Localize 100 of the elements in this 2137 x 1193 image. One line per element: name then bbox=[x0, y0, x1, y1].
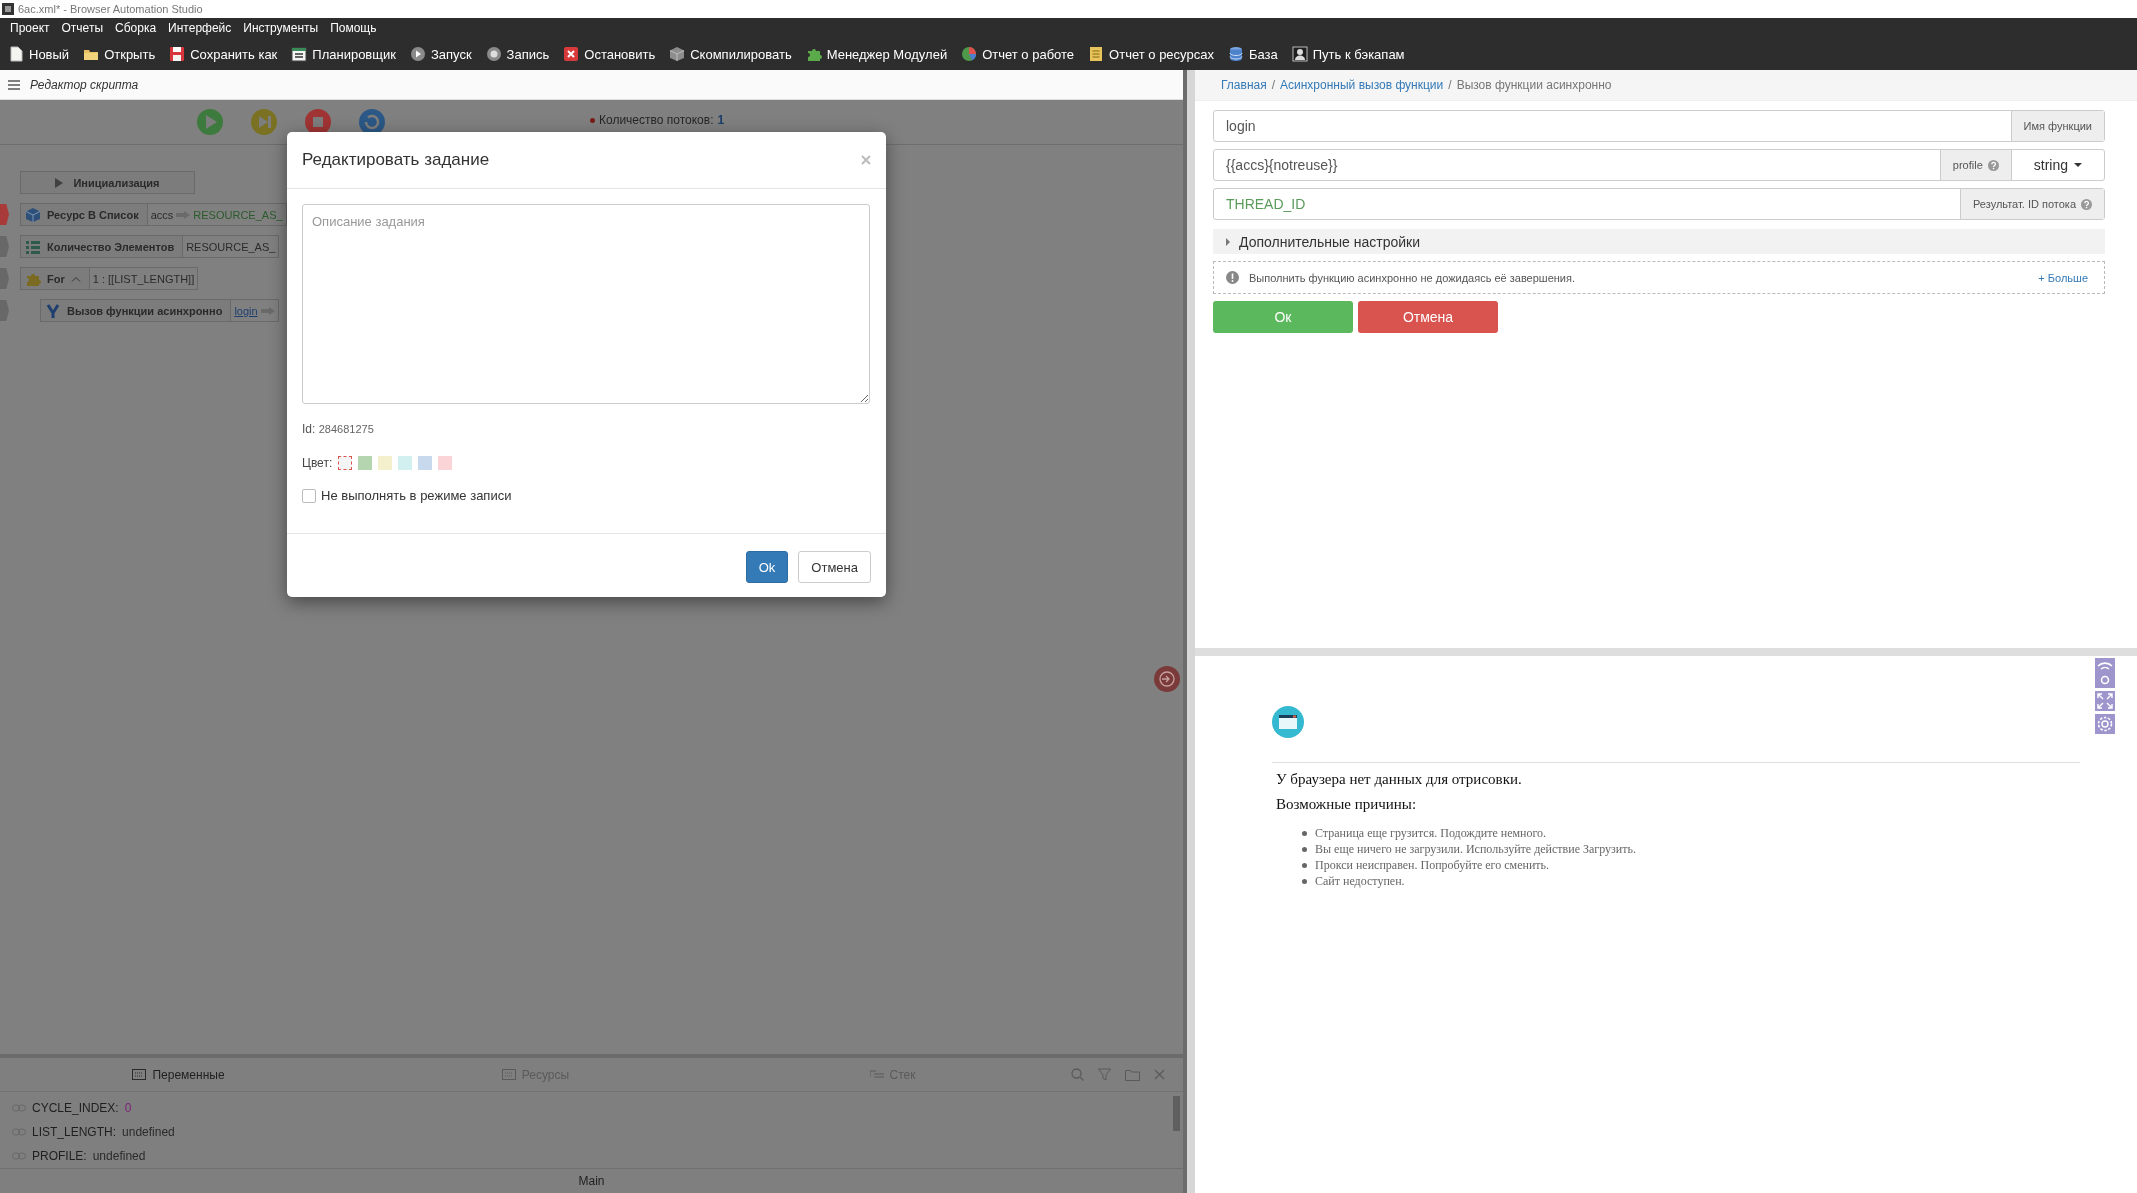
advanced-settings-toggle[interactable]: Дополнительные настройки bbox=[1213, 229, 2105, 254]
variable-name: CYCLE_INDEX: bbox=[32, 1101, 119, 1116]
task-id: Id: 284681275 bbox=[302, 422, 375, 436]
more-link[interactable]: + Больше bbox=[2038, 271, 2088, 284]
arrow-right-icon bbox=[260, 306, 275, 315]
toolbar-button[interactable]: Открыть bbox=[83, 44, 156, 64]
table-icon bbox=[132, 1069, 147, 1081]
input-field[interactable]: login Имя функции bbox=[1213, 110, 2105, 142]
login-button[interactable] bbox=[1154, 666, 1180, 692]
input-field[interactable]: {{accs}{notreuse}} profile string bbox=[1213, 149, 2105, 181]
reason-item: Прокси неисправен. Попробуйте его сменить. bbox=[1315, 857, 1550, 873]
close-icon[interactable] bbox=[861, 155, 871, 165]
fullscreen-icon[interactable] bbox=[2095, 691, 2115, 711]
toolbar-button[interactable]: Планировщик bbox=[291, 44, 396, 64]
toolbar-button[interactable]: Скомпилировать bbox=[669, 44, 792, 64]
menu-item[interactable]: Проект bbox=[4, 19, 56, 37]
help-icon bbox=[2081, 198, 2092, 210]
scrollbar-thumb[interactable] bbox=[1173, 1096, 1180, 1131]
status-dot bbox=[590, 117, 595, 123]
color-label: Цвет: bbox=[302, 456, 333, 470]
menu-icon[interactable] bbox=[8, 79, 20, 90]
sign-in-icon bbox=[1159, 671, 1175, 687]
field-label: Результат. ID потока bbox=[1960, 189, 2104, 219]
cancel-button[interactable]: Отмена bbox=[798, 551, 871, 583]
x-square-icon bbox=[563, 46, 580, 62]
reason-item: Страница еще грузится. Подождите немного. bbox=[1315, 825, 1547, 841]
toolbar-button[interactable]: Сохранить как bbox=[169, 44, 278, 64]
message-text: У браузера нет данных для отрисовки. bbox=[1276, 771, 1523, 788]
action-parameters: RESOURCE_AS_ bbox=[183, 235, 280, 258]
breadcrumb-link[interactable]: Асинхронный вызов функции bbox=[1280, 78, 1444, 92]
puzzle-icon bbox=[805, 46, 822, 62]
table-icon bbox=[501, 1069, 516, 1081]
input-field[interactable]: THREAD_ID Результат. ID потока bbox=[1213, 188, 2105, 220]
toolbar-button[interactable]: Отчет о ресурсах bbox=[1088, 44, 1214, 64]
color-swatch[interactable] bbox=[398, 456, 413, 470]
bullet-icon bbox=[1302, 846, 1307, 852]
splitter[interactable] bbox=[1183, 70, 1195, 1193]
info-icon bbox=[1226, 271, 1239, 284]
menu-item[interactable]: Сборка bbox=[109, 19, 163, 37]
toolbar-button[interactable]: Остановить bbox=[563, 44, 656, 64]
variable-value: undefined bbox=[122, 1125, 175, 1140]
toolbar-button[interactable]: Отчет о работе bbox=[961, 44, 1075, 64]
play-icon[interactable] bbox=[196, 108, 224, 136]
play-icon bbox=[55, 177, 64, 188]
document-icon bbox=[1088, 46, 1105, 62]
calendar-icon bbox=[291, 46, 308, 62]
color-swatch[interactable] bbox=[358, 456, 373, 470]
search-icon[interactable] bbox=[1071, 1068, 1084, 1082]
bullet-icon bbox=[1302, 862, 1307, 868]
breadcrumb-link[interactable]: Главная bbox=[1221, 78, 1267, 92]
panel-tab[interactable]: Переменные bbox=[0, 1066, 357, 1083]
toolbar-button[interactable]: Менеджер Модулей bbox=[805, 44, 948, 64]
color-swatch[interactable] bbox=[338, 456, 353, 470]
menu-item[interactable]: Помощь bbox=[324, 19, 383, 37]
reason-item: Сайт недоступен. bbox=[1315, 873, 1405, 889]
checkbox[interactable] bbox=[302, 488, 316, 503]
caret-right-icon bbox=[1225, 237, 1231, 246]
description-field[interactable]: Описание задания bbox=[302, 204, 870, 404]
reasons-title: Возможные причины: bbox=[1276, 796, 1418, 813]
dialog-title: Редактировать задание bbox=[302, 150, 490, 170]
field-label: Имя функции bbox=[2010, 111, 2104, 141]
toolbar-button[interactable]: Запуск bbox=[409, 44, 472, 64]
ok-button[interactable]: Ok bbox=[745, 551, 789, 583]
color-swatch[interactable] bbox=[418, 456, 433, 470]
folder-icon[interactable] bbox=[1125, 1068, 1140, 1081]
color-swatch[interactable] bbox=[438, 456, 453, 470]
thread-count: 1 bbox=[717, 113, 725, 127]
toolbar-button[interactable]: Запись bbox=[485, 44, 550, 64]
type-dropdown[interactable]: string bbox=[2010, 150, 2104, 180]
cancel-button[interactable]: Отмена bbox=[1358, 301, 1498, 333]
settings-icon[interactable] bbox=[2095, 714, 2115, 734]
fork-icon bbox=[45, 302, 61, 319]
stack-icon bbox=[869, 1069, 884, 1081]
close-icon[interactable] bbox=[1154, 1069, 1165, 1081]
menu-item[interactable]: Отчеты bbox=[55, 19, 109, 37]
action-block[interactable]: Ресурс В Список bbox=[20, 203, 148, 226]
color-swatch[interactable] bbox=[378, 456, 393, 470]
toolbar-button[interactable]: Новый bbox=[8, 44, 70, 64]
menu-item[interactable]: Инструменты bbox=[237, 19, 325, 37]
step-forward-icon[interactable] bbox=[250, 108, 278, 136]
status-bar: Main bbox=[0, 1168, 1183, 1193]
filter-icon[interactable] bbox=[1098, 1068, 1111, 1082]
cube-icon bbox=[25, 206, 41, 223]
panel-title: Редактор скрипта bbox=[30, 77, 139, 92]
breadcrumb-current: Вызов функции асинхронно bbox=[1456, 78, 1612, 92]
wifi-icon[interactable] bbox=[2095, 658, 2115, 688]
play-icon bbox=[409, 46, 426, 62]
variable-value: undefined bbox=[92, 1149, 146, 1164]
toolbar-button[interactable]: База bbox=[1227, 44, 1278, 64]
variable-name: PROFILE: bbox=[32, 1149, 87, 1164]
breadcrumb-separator: / bbox=[1271, 78, 1276, 92]
action-block[interactable]: Вызов функции асинхронно bbox=[40, 299, 232, 322]
record-icon bbox=[485, 46, 502, 62]
thread-count-label: Количество потоков: bbox=[599, 113, 714, 127]
menu-item[interactable]: Интерфейс bbox=[162, 19, 238, 37]
pie-chart-icon bbox=[961, 46, 978, 62]
action-block[interactable]: Количество Элементов bbox=[20, 235, 184, 258]
user-icon bbox=[1291, 46, 1308, 62]
variable-name: LIST_LENGTH: bbox=[32, 1125, 117, 1140]
toolbar-button[interactable]: Путь к бэкапам bbox=[1291, 44, 1405, 64]
